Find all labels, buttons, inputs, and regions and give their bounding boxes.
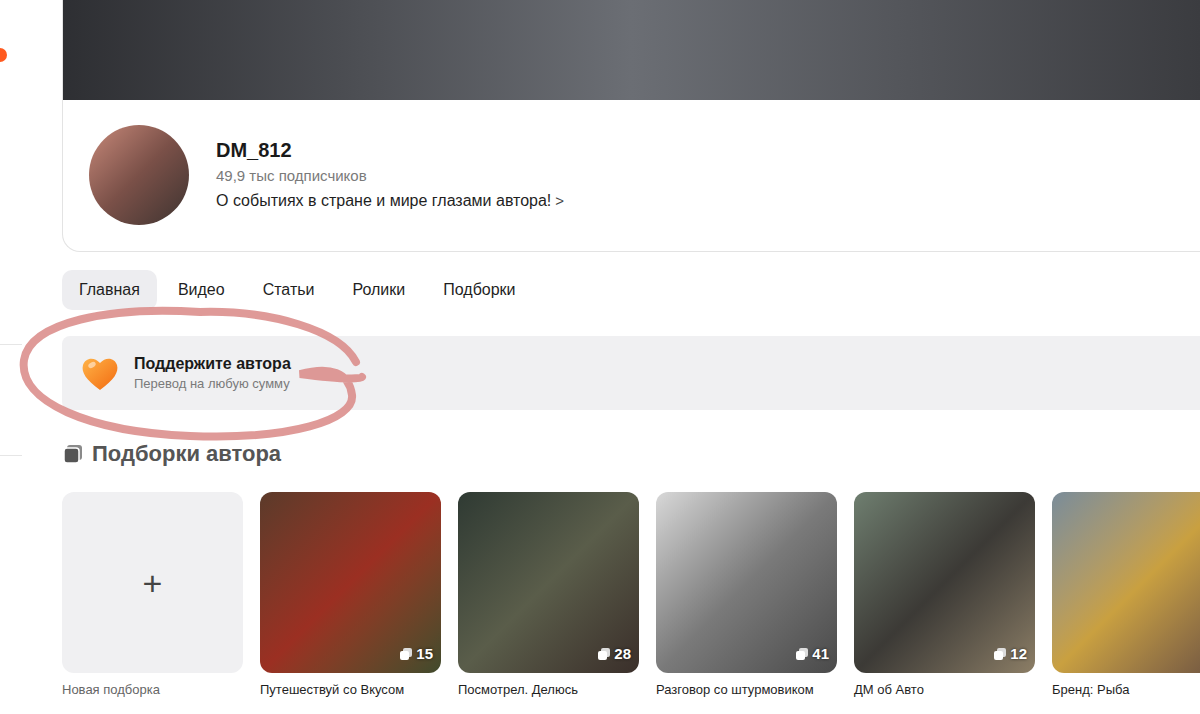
- collections-icon: [62, 443, 84, 465]
- new-collection[interactable]: + Новая подборка: [62, 492, 243, 699]
- collection-label: Бренд: Рыба: [1052, 681, 1200, 699]
- stack-icon: [993, 647, 1007, 661]
- collection-cover[interactable]: 12: [854, 492, 1035, 673]
- collections-title: Подборки автора: [92, 440, 281, 468]
- channel-description[interactable]: О событиях в стране и мире глазами автор…: [216, 189, 564, 213]
- collection-cover[interactable]: [1052, 492, 1200, 673]
- support-title: Поддержите автора: [134, 353, 291, 375]
- collections-header: Подборки автора: [62, 440, 1200, 468]
- tab[interactable]: Ролики: [336, 270, 423, 310]
- sidebar-divider: [0, 455, 22, 456]
- count-text: 15: [416, 643, 433, 666]
- support-author-banner[interactable]: Поддержите автораПеревод на любую сумму: [62, 336, 1200, 410]
- heart-icon: [78, 351, 122, 395]
- count-text: 41: [812, 643, 829, 666]
- count-text: 12: [1010, 643, 1027, 666]
- collection-label: Путешествуй со Вкусом: [260, 681, 441, 699]
- collection-count: 41: [795, 643, 829, 666]
- channel-banner: [63, 0, 1200, 100]
- collection-cover[interactable]: 28: [458, 492, 639, 673]
- collection-card[interactable]: 28 Посмотрел. Делюсь: [458, 492, 639, 699]
- collection-card[interactable]: 15 Путешествуй со Вкусом: [260, 492, 441, 699]
- collection-count: 12: [993, 643, 1027, 666]
- collection-card[interactable]: 12 ДМ об Авто: [854, 492, 1035, 699]
- collection-card[interactable]: 41 Разговор со штурмовиком: [656, 492, 837, 699]
- stack-icon: [399, 647, 413, 661]
- tab[interactable]: Подборки: [426, 270, 532, 310]
- collection-cover[interactable]: 15: [260, 492, 441, 673]
- new-collection-box[interactable]: +: [62, 492, 243, 673]
- description-text: О событиях в стране и мире глазами автор…: [216, 189, 551, 213]
- tab-bar: ГлавнаяВидеоСтатьиРоликиПодборки: [62, 270, 1200, 310]
- collection-count: 15: [399, 643, 433, 666]
- sidebar: [0, 0, 22, 714]
- collection-label: Посмотрел. Делюсь: [458, 681, 639, 699]
- channel-main: DM_81249,9 тыс подписчиковО событиях в с…: [62, 0, 1200, 714]
- support-subtitle: Перевод на любую сумму: [134, 375, 291, 393]
- annotation-circle: [0, 0, 400, 460]
- collection-label: ДМ об Авто: [854, 681, 1035, 699]
- new-collection-label: Новая подборка: [62, 681, 243, 699]
- avatar[interactable]: [89, 125, 189, 225]
- collection-card[interactable]: Бренд: Рыба: [1052, 492, 1200, 699]
- support-text: Поддержите автораПеревод на любую сумму: [134, 353, 291, 393]
- channel-name: DM_812: [216, 137, 564, 163]
- collections-row: + Новая подборка 15 Путешествуй со Вкусом 28…: [62, 492, 1200, 699]
- collection-cover[interactable]: 41: [656, 492, 837, 673]
- stack-icon: [795, 647, 809, 661]
- page: DM_81249,9 тыс подписчиковО событиях в с…: [0, 0, 1200, 714]
- profile-info: DM_81249,9 тыс подписчиковО событиях в с…: [216, 125, 564, 213]
- profile-header: DM_81249,9 тыс подписчиковО событиях в с…: [63, 100, 1200, 225]
- chevron-icon[interactable]: >: [555, 189, 564, 213]
- plus-icon[interactable]: +: [143, 566, 163, 600]
- notification-dot: [0, 48, 7, 62]
- collection-label: Разговор со штурмовиком: [656, 681, 837, 699]
- sidebar-divider: [0, 344, 22, 345]
- tab[interactable]: Статьи: [246, 270, 332, 310]
- collection-count: 28: [597, 643, 631, 666]
- profile-card: DM_81249,9 тыс подписчиковО событиях в с…: [62, 0, 1200, 252]
- subscriber-count: 49,9 тыс подписчиков: [216, 165, 564, 187]
- tab[interactable]: Видео: [161, 270, 242, 310]
- count-text: 28: [614, 643, 631, 666]
- tab[interactable]: Главная: [62, 270, 157, 310]
- stack-icon: [597, 647, 611, 661]
